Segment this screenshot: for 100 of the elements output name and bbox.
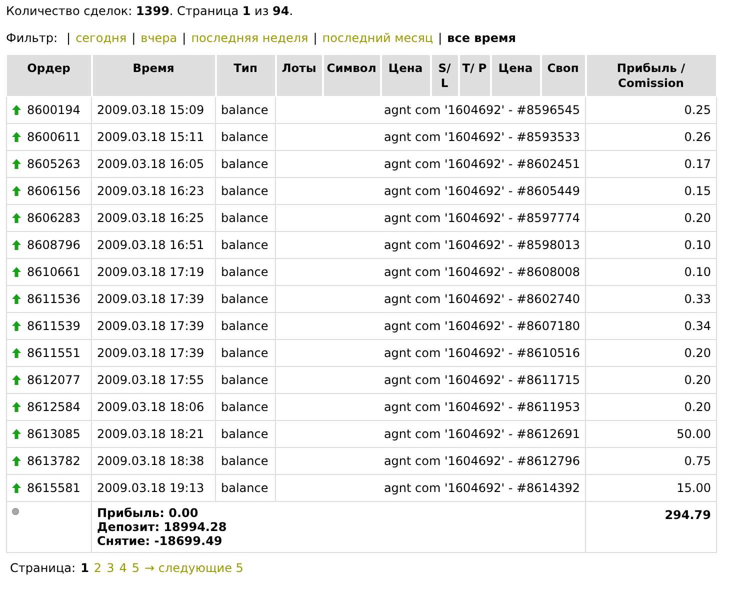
table-cell: balance: [216, 340, 276, 366]
order-number: 8611536: [27, 291, 80, 308]
table-cell: agnt com '1604692' - #8597774: [276, 204, 586, 232]
table-cell: agnt com '1604692' - #8608008: [276, 258, 586, 286]
table-cell: 0.20: [586, 204, 716, 232]
filter-link[interactable]: последний месяц: [322, 30, 434, 46]
table-cell: 2009.03.18 18:21: [92, 420, 216, 448]
table-cell: balance: [216, 366, 276, 394]
table-cell: agnt com '1604692' - #8596545: [276, 96, 586, 124]
column-header: Символ: [322, 54, 380, 96]
table-cell: balance: [216, 258, 276, 286]
table-cell: agnt com '1604692' - #8612691: [276, 420, 586, 448]
table-cell: 2009.03.18 18:38: [92, 448, 216, 474]
up-arrow-icon: [12, 402, 21, 412]
table-cell: 0.25: [586, 96, 716, 124]
filter-link[interactable]: вчера: [140, 30, 178, 46]
table-cell: balance: [216, 150, 276, 178]
table-cell: 2009.03.18 17:39: [92, 286, 216, 312]
order-number: 8606283: [27, 210, 80, 227]
table-cell: agnt com '1604692' - #8605449: [276, 178, 586, 204]
up-arrow-icon: [12, 375, 21, 385]
table-cell: 0.33: [586, 286, 716, 312]
table-cell: 2009.03.18 17:19: [92, 258, 216, 286]
order-number: 8606156: [27, 183, 80, 200]
up-arrow-icon: [12, 267, 21, 277]
table-cell: 15.00: [586, 474, 716, 502]
column-header: Своп: [540, 54, 586, 96]
page-link[interactable]: 1: [80, 560, 89, 576]
table-cell: agnt com '1604692' - #8602740: [276, 286, 586, 312]
separator: |: [66, 30, 71, 46]
table-cell: balance: [216, 178, 276, 204]
table-cell: 2009.03.18 15:11: [92, 124, 216, 150]
total-line: Депозит: 18994.28: [97, 520, 228, 534]
table-cell: 0.17: [586, 150, 716, 178]
table-cell: 2009.03.18 17:39: [92, 312, 216, 340]
table-cell: 0.10: [586, 258, 716, 286]
up-arrow-icon: [12, 456, 21, 466]
separator: |: [313, 30, 318, 46]
table-cell: agnt com '1604692' - #8607180: [276, 312, 586, 340]
table-cell: 50.00: [586, 420, 716, 448]
table-cell: balance: [216, 394, 276, 420]
up-arrow-icon: [12, 105, 21, 115]
table-cell: 2009.03.18 16:23: [92, 178, 216, 204]
status-dot-icon: [12, 508, 19, 515]
table-cell: 0.20: [586, 340, 716, 366]
next-pages-link[interactable]: → следующие 5: [144, 560, 244, 576]
table-cell: agnt com '1604692' - #8611715: [276, 366, 586, 394]
column-header: Цена: [380, 54, 430, 96]
table-cell: 0.10: [586, 232, 716, 258]
table-cell: agnt com '1604692' - #8612796: [276, 448, 586, 474]
record-count-text: Количество сделок: 1399. Страница 1 из 94.: [6, 3, 294, 19]
page-link[interactable]: 5: [132, 560, 140, 576]
table-cell: balance: [216, 474, 276, 502]
table-cell: 2009.03.18 16:51: [92, 232, 216, 258]
page-link[interactable]: 2: [94, 560, 102, 576]
table-cell: agnt com '1604692' - #8614392: [276, 474, 586, 502]
total-line: Снятие: -18699.49: [97, 534, 224, 548]
up-arrow-icon: [12, 186, 21, 196]
page-link[interactable]: 3: [106, 560, 114, 576]
column-header: Прибыль / Comission: [586, 54, 716, 96]
filter-link[interactable]: последняя неделя: [191, 30, 308, 46]
filter-link[interactable]: сегодня: [76, 30, 127, 46]
column-header: Цена: [490, 54, 540, 96]
table-cell: agnt com '1604692' - #8593533: [276, 124, 586, 150]
total-value: 294.79: [586, 502, 716, 552]
up-arrow-icon: [12, 240, 21, 250]
order-number: 8612584: [27, 399, 80, 416]
up-arrow-icon: [12, 294, 21, 304]
order-number: 8605263: [27, 156, 80, 173]
filter-option[interactable]: все время: [447, 30, 516, 46]
table-cell: 2009.03.18 16:25: [92, 204, 216, 232]
table-cell: 2009.03.18 18:06: [92, 394, 216, 420]
total-line: Прибыль: 0.00: [97, 506, 200, 520]
order-number: 8612077: [27, 372, 80, 389]
order-number: 8611551: [27, 345, 80, 362]
page-link[interactable]: 4: [119, 560, 127, 576]
order-number: 8613085: [27, 426, 80, 443]
column-header: S/ L: [430, 54, 458, 96]
table-cell: balance: [216, 96, 276, 124]
table-cell: balance: [216, 204, 276, 232]
table-cell: 2009.03.18 17:39: [92, 340, 216, 366]
up-arrow-icon: [12, 483, 21, 493]
table-cell: 2009.03.18 17:55: [92, 366, 216, 394]
column-header: Лоты: [276, 54, 322, 96]
up-arrow-icon: [12, 213, 21, 223]
up-arrow-icon: [12, 321, 21, 331]
column-header: Время: [92, 54, 216, 96]
table-cell: agnt com '1604692' - #8611953: [276, 394, 586, 420]
separator: |: [132, 30, 136, 46]
up-arrow-icon: [12, 159, 21, 169]
filter-label: Фильтр:: [6, 30, 58, 46]
table-cell: balance: [216, 124, 276, 150]
separator: |: [182, 30, 186, 46]
separator: |: [438, 30, 442, 46]
column-header: Ордер: [6, 54, 92, 96]
order-number: 8611539: [27, 318, 80, 335]
table-cell: agnt com '1604692' - #8610516: [276, 340, 586, 366]
table-cell: 2009.03.18 19:13: [92, 474, 216, 502]
table-cell: balance: [216, 232, 276, 258]
up-arrow-icon: [12, 348, 21, 358]
